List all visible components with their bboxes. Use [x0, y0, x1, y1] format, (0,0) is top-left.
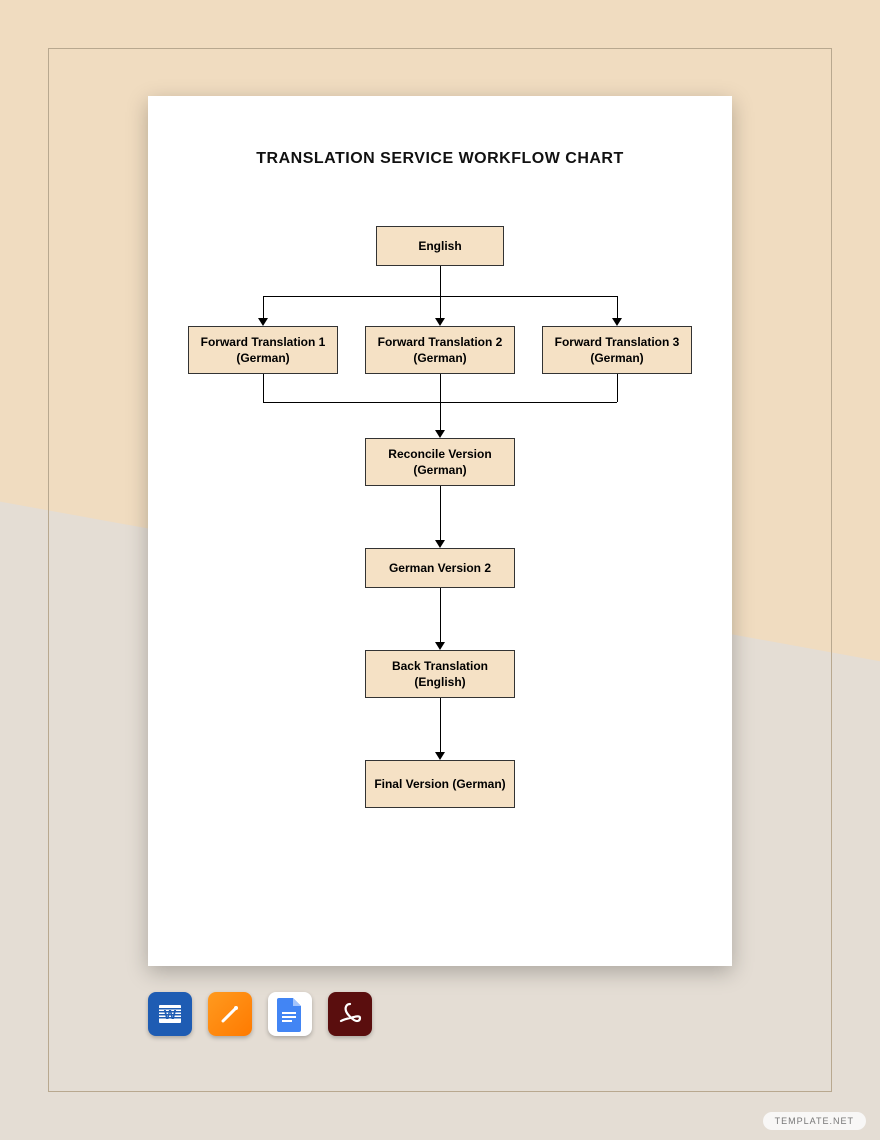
flowchart: English Forward Translation 1 (German) F…: [148, 226, 732, 956]
node-label: Reconcile Version (German): [372, 446, 508, 478]
connector: [617, 296, 618, 318]
node-label: Final Version (German): [374, 776, 505, 792]
node-label: German Version 2: [389, 560, 491, 576]
node-german-version-2: German Version 2: [365, 548, 515, 588]
page-title: TRANSLATION SERVICE WORKFLOW CHART: [148, 96, 732, 168]
node-back-translation: Back Translation (English): [365, 650, 515, 698]
node-final-version: Final Version (German): [365, 760, 515, 808]
connector: [440, 486, 441, 540]
connector: [440, 374, 441, 402]
connector: [440, 698, 441, 752]
node-forward-translation-3: Forward Translation 3 (German): [542, 326, 692, 374]
node-label: Forward Translation 2 (German): [372, 334, 508, 366]
node-forward-translation-2: Forward Translation 2 (German): [365, 326, 515, 374]
pdf-icon: [328, 992, 372, 1036]
arrow-icon: [435, 752, 445, 760]
pages-icon: [208, 992, 252, 1036]
arrow-icon: [435, 430, 445, 438]
arrow-icon: [435, 540, 445, 548]
file-format-icons: W: [148, 992, 372, 1036]
connector: [617, 374, 618, 402]
node-forward-translation-1: Forward Translation 1 (German): [188, 326, 338, 374]
connector: [440, 266, 441, 296]
connector: [440, 588, 441, 642]
node-label: Forward Translation 3 (German): [549, 334, 685, 366]
connector: [263, 296, 264, 318]
document-page: TRANSLATION SERVICE WORKFLOW CHART Engli…: [148, 96, 732, 966]
connector: [263, 374, 264, 402]
arrow-icon: [612, 318, 622, 326]
svg-text:W: W: [164, 1007, 177, 1022]
node-label: Forward Translation 1 (German): [195, 334, 331, 366]
word-icon: W: [148, 992, 192, 1036]
watermark: TEMPLATE.NET: [763, 1112, 866, 1130]
node-label: Back Translation (English): [372, 658, 508, 690]
arrow-icon: [258, 318, 268, 326]
connector: [440, 402, 441, 430]
node-english: English: [376, 226, 504, 266]
node-label: English: [418, 238, 461, 254]
node-reconcile: Reconcile Version (German): [365, 438, 515, 486]
connector: [440, 296, 441, 318]
arrow-icon: [435, 318, 445, 326]
google-docs-icon: [268, 992, 312, 1036]
arrow-icon: [435, 642, 445, 650]
